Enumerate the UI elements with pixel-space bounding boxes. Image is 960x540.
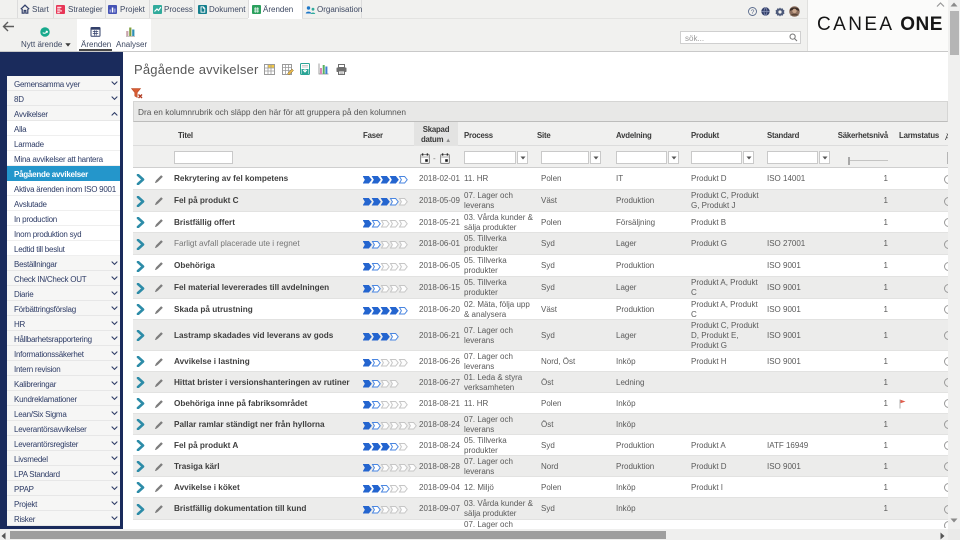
svg-text:?: ? bbox=[751, 9, 755, 16]
